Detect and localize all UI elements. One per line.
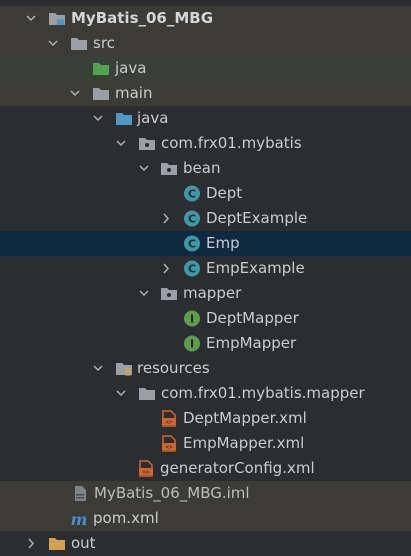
tree-row-out[interactable]: out — [0, 531, 411, 556]
chevron-down-icon[interactable] — [46, 31, 60, 56]
tree-row-package[interactable]: com.frx01.mybatis — [0, 131, 411, 156]
svg-text:<>: <> — [142, 469, 150, 476]
folder-icon — [48, 535, 66, 552]
xml-file-icon: <> — [137, 460, 155, 477]
tree-row-generator-config[interactable]: <> generatorConfig.xml — [0, 456, 411, 481]
file-label: pom.xml — [93, 509, 159, 527]
folder-label: resources — [137, 359, 210, 377]
maven-icon: m — [70, 510, 88, 527]
tree-row-emp-mapper-xml[interactable]: <> EmpMapper.xml — [0, 431, 411, 456]
class-label: Dept — [206, 184, 243, 202]
tree-row-iml[interactable]: MyBatis_06_MBG.iml — [0, 481, 411, 506]
tree-row-pom[interactable]: m pom.xml — [0, 506, 411, 531]
chevron-down-icon[interactable] — [91, 106, 105, 131]
interface-icon: I — [183, 335, 201, 352]
chevron-down-icon[interactable] — [114, 131, 128, 156]
svg-text:C: C — [188, 188, 196, 201]
tree-row-dept-example[interactable]: C DeptExample — [0, 206, 411, 231]
file-label: MyBatis_06_MBG.iml — [94, 484, 250, 502]
tree-row-resources[interactable]: resources — [0, 356, 411, 381]
interface-icon: I — [183, 310, 201, 327]
chevron-down-icon[interactable] — [137, 281, 151, 306]
svg-text:I: I — [190, 313, 194, 326]
interface-label: DeptMapper — [206, 309, 299, 327]
package-label: mapper — [183, 284, 242, 302]
package-icon — [160, 160, 178, 177]
tree-row-emp-example[interactable]: C EmpExample — [0, 256, 411, 281]
class-icon: C — [183, 210, 201, 227]
xml-file-icon: <> — [160, 435, 178, 452]
tree-row-dept-mapper[interactable]: I DeptMapper — [0, 306, 411, 331]
tree-row-java-top[interactable]: java — [0, 56, 411, 81]
folder-icon — [92, 85, 110, 102]
tree-row-src[interactable]: src — [0, 31, 411, 56]
svg-text:C: C — [188, 238, 196, 251]
package-label: com.frx01.mybatis — [161, 134, 302, 152]
file-label: DeptMapper.xml — [183, 409, 307, 427]
folder-label: java — [137, 109, 169, 127]
svg-text:C: C — [188, 213, 196, 226]
tree-row-resources-package[interactable]: com.frx01.mybatis.mapper — [0, 381, 411, 406]
test-folder-icon — [92, 60, 110, 77]
tree-row-java[interactable]: java — [0, 106, 411, 131]
folder-label: com.frx01.mybatis.mapper — [161, 384, 365, 402]
chevron-right-icon[interactable] — [159, 206, 173, 231]
class-label: Emp — [206, 234, 240, 252]
chevron-right-icon[interactable] — [159, 256, 173, 281]
interface-label: EmpMapper — [206, 334, 297, 352]
chevron-down-icon[interactable] — [137, 156, 151, 181]
class-icon: C — [183, 235, 201, 252]
resources-folder-icon — [115, 360, 133, 377]
package-label: bean — [183, 159, 221, 177]
tree-row-project[interactable]: MyBatis_06_MBG — [0, 6, 411, 31]
tree-row-bean[interactable]: bean — [0, 156, 411, 181]
class-icon: C — [183, 185, 201, 202]
svg-text:m: m — [71, 510, 88, 527]
folder-label: java — [115, 59, 147, 77]
folder-icon — [70, 35, 88, 52]
folder-label: src — [93, 34, 115, 52]
class-label: DeptExample — [206, 209, 308, 227]
file-label: generatorConfig.xml — [160, 459, 315, 477]
tree-row-emp-mapper[interactable]: I EmpMapper — [0, 331, 411, 356]
svg-text:C: C — [188, 263, 196, 276]
package-icon — [160, 285, 178, 302]
project-name: MyBatis_06_MBG — [71, 9, 214, 27]
svg-text:I: I — [190, 338, 194, 351]
file-label: EmpMapper.xml — [183, 434, 305, 452]
module-folder-icon — [48, 10, 66, 27]
tree-row-mapper[interactable]: mapper — [0, 281, 411, 306]
svg-text:<>: <> — [165, 444, 173, 451]
class-icon: C — [183, 260, 201, 277]
chevron-down-icon[interactable] — [91, 356, 105, 381]
tree-row-dept-mapper-xml[interactable]: <> DeptMapper.xml — [0, 406, 411, 431]
tree-row-emp-selected[interactable]: C Emp — [0, 231, 411, 256]
folder-icon — [138, 385, 156, 402]
chevron-down-icon[interactable] — [24, 6, 38, 31]
chevron-right-icon[interactable] — [24, 531, 38, 556]
folder-label: out — [71, 534, 96, 552]
chevron-down-icon[interactable] — [114, 381, 128, 406]
chevron-down-icon[interactable] — [68, 81, 82, 106]
package-icon — [138, 135, 156, 152]
class-label: EmpExample — [206, 259, 305, 277]
source-folder-icon — [115, 110, 133, 127]
iml-file-icon — [71, 485, 89, 502]
tree-row-main[interactable]: main — [0, 81, 411, 106]
tree-row-dept[interactable]: C Dept — [0, 181, 411, 206]
svg-text:<>: <> — [165, 419, 173, 426]
folder-label: main — [115, 84, 153, 102]
xml-file-icon: <> — [160, 410, 178, 427]
